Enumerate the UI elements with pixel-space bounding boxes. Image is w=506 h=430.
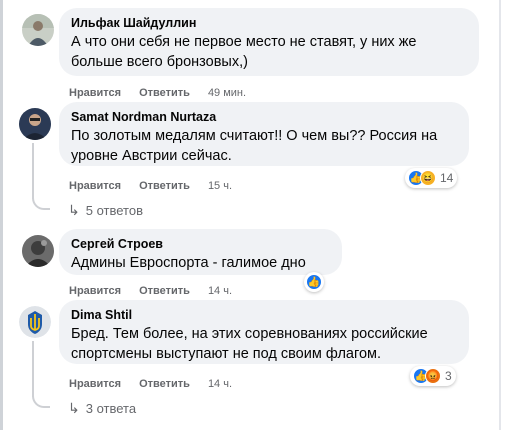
comment-text-line: уровне Австрии сейчас. <box>71 148 232 164</box>
right-border <box>499 0 501 430</box>
avatar[interactable] <box>22 14 54 46</box>
left-border <box>0 0 3 430</box>
replies-count[interactable]: 5 ответов <box>86 203 143 218</box>
comment-author[interactable]: Ильфак Шайдуллин <box>71 15 467 31</box>
comment-actions: Нравится Ответить 15 ч. <box>69 180 232 192</box>
reply-button[interactable]: Ответить <box>139 180 190 192</box>
comment-author[interactable]: Dima Shtil <box>71 307 457 323</box>
comment-text-line: А что они себя не первое место не ставят… <box>71 34 417 50</box>
comment-text-line: больше всего бронзовых,) <box>71 54 248 70</box>
like-icon: 👍 <box>306 274 322 290</box>
thread-line <box>32 143 34 199</box>
comment-bubble: Samat Nordman Nurtaza По золотым медалям… <box>59 102 469 166</box>
comment-bubble: Dima Shtil Бред. Тем более, на этих соре… <box>59 300 469 364</box>
reaction-count: 3 <box>445 369 452 383</box>
comment-text-line: По золотым медалям считают!! О чем вы?? … <box>71 128 438 144</box>
comment-text-line: спортсмены выступают не под своим флагом… <box>71 346 382 362</box>
thread-connector <box>32 196 50 210</box>
like-button[interactable]: Нравится <box>69 378 121 390</box>
comment-bubble: Ильфак Шайдуллин А что они себя не перво… <box>59 8 479 76</box>
avatar[interactable] <box>19 306 51 338</box>
replies-count[interactable]: 3 ответа <box>86 401 136 416</box>
comment-author[interactable]: Samat Nordman Nurtaza <box>71 109 457 125</box>
reply-button[interactable]: Ответить <box>139 378 190 390</box>
haha-icon: 😆 <box>420 170 436 186</box>
timestamp[interactable]: 14 ч. <box>208 285 232 297</box>
reply-arrow-icon: ↳ <box>68 400 80 416</box>
reply-button[interactable]: Ответить <box>139 87 190 99</box>
reply-arrow-icon: ↳ <box>68 202 80 218</box>
reaction-count: 14 <box>440 171 454 185</box>
like-button[interactable]: Нравится <box>69 285 121 297</box>
thread-line <box>32 341 34 397</box>
angry-icon: 😡 <box>425 368 441 384</box>
thread-connector <box>32 394 50 408</box>
view-replies-link[interactable]: ↳ 3 ответа <box>68 400 136 417</box>
view-replies-link[interactable]: ↳ 5 ответов <box>68 202 143 219</box>
reactions-summary[interactable]: 👍 😡 3 <box>410 366 456 386</box>
like-button[interactable]: Нравится <box>69 87 121 99</box>
timestamp[interactable]: 15 ч. <box>208 180 232 192</box>
avatar[interactable] <box>19 108 51 140</box>
comment-text-line: Бред. Тем более, на этих соревнованиях р… <box>71 326 428 342</box>
like-button[interactable]: Нравится <box>69 180 121 192</box>
comment-actions: Нравится Ответить 14 ч. <box>69 378 232 390</box>
timestamp[interactable]: 49 мин. <box>208 87 246 99</box>
comment-actions: Нравится Ответить 14 ч. <box>69 285 232 297</box>
comment-text-line: Админы Евроспорта - галимое дно <box>71 255 306 271</box>
timestamp[interactable]: 14 ч. <box>208 378 232 390</box>
avatar[interactable] <box>22 235 54 267</box>
reply-button[interactable]: Ответить <box>139 285 190 297</box>
comment-bubble: Сергей Строев Админы Евроспорта - галимо… <box>59 229 342 275</box>
reactions-summary[interactable]: 👍 😆 14 <box>405 168 458 188</box>
comment-author[interactable]: Сергей Строев <box>71 236 330 252</box>
comment-actions: Нравится Ответить 49 мин. <box>69 87 246 99</box>
reactions-summary[interactable]: 👍 <box>304 272 324 292</box>
